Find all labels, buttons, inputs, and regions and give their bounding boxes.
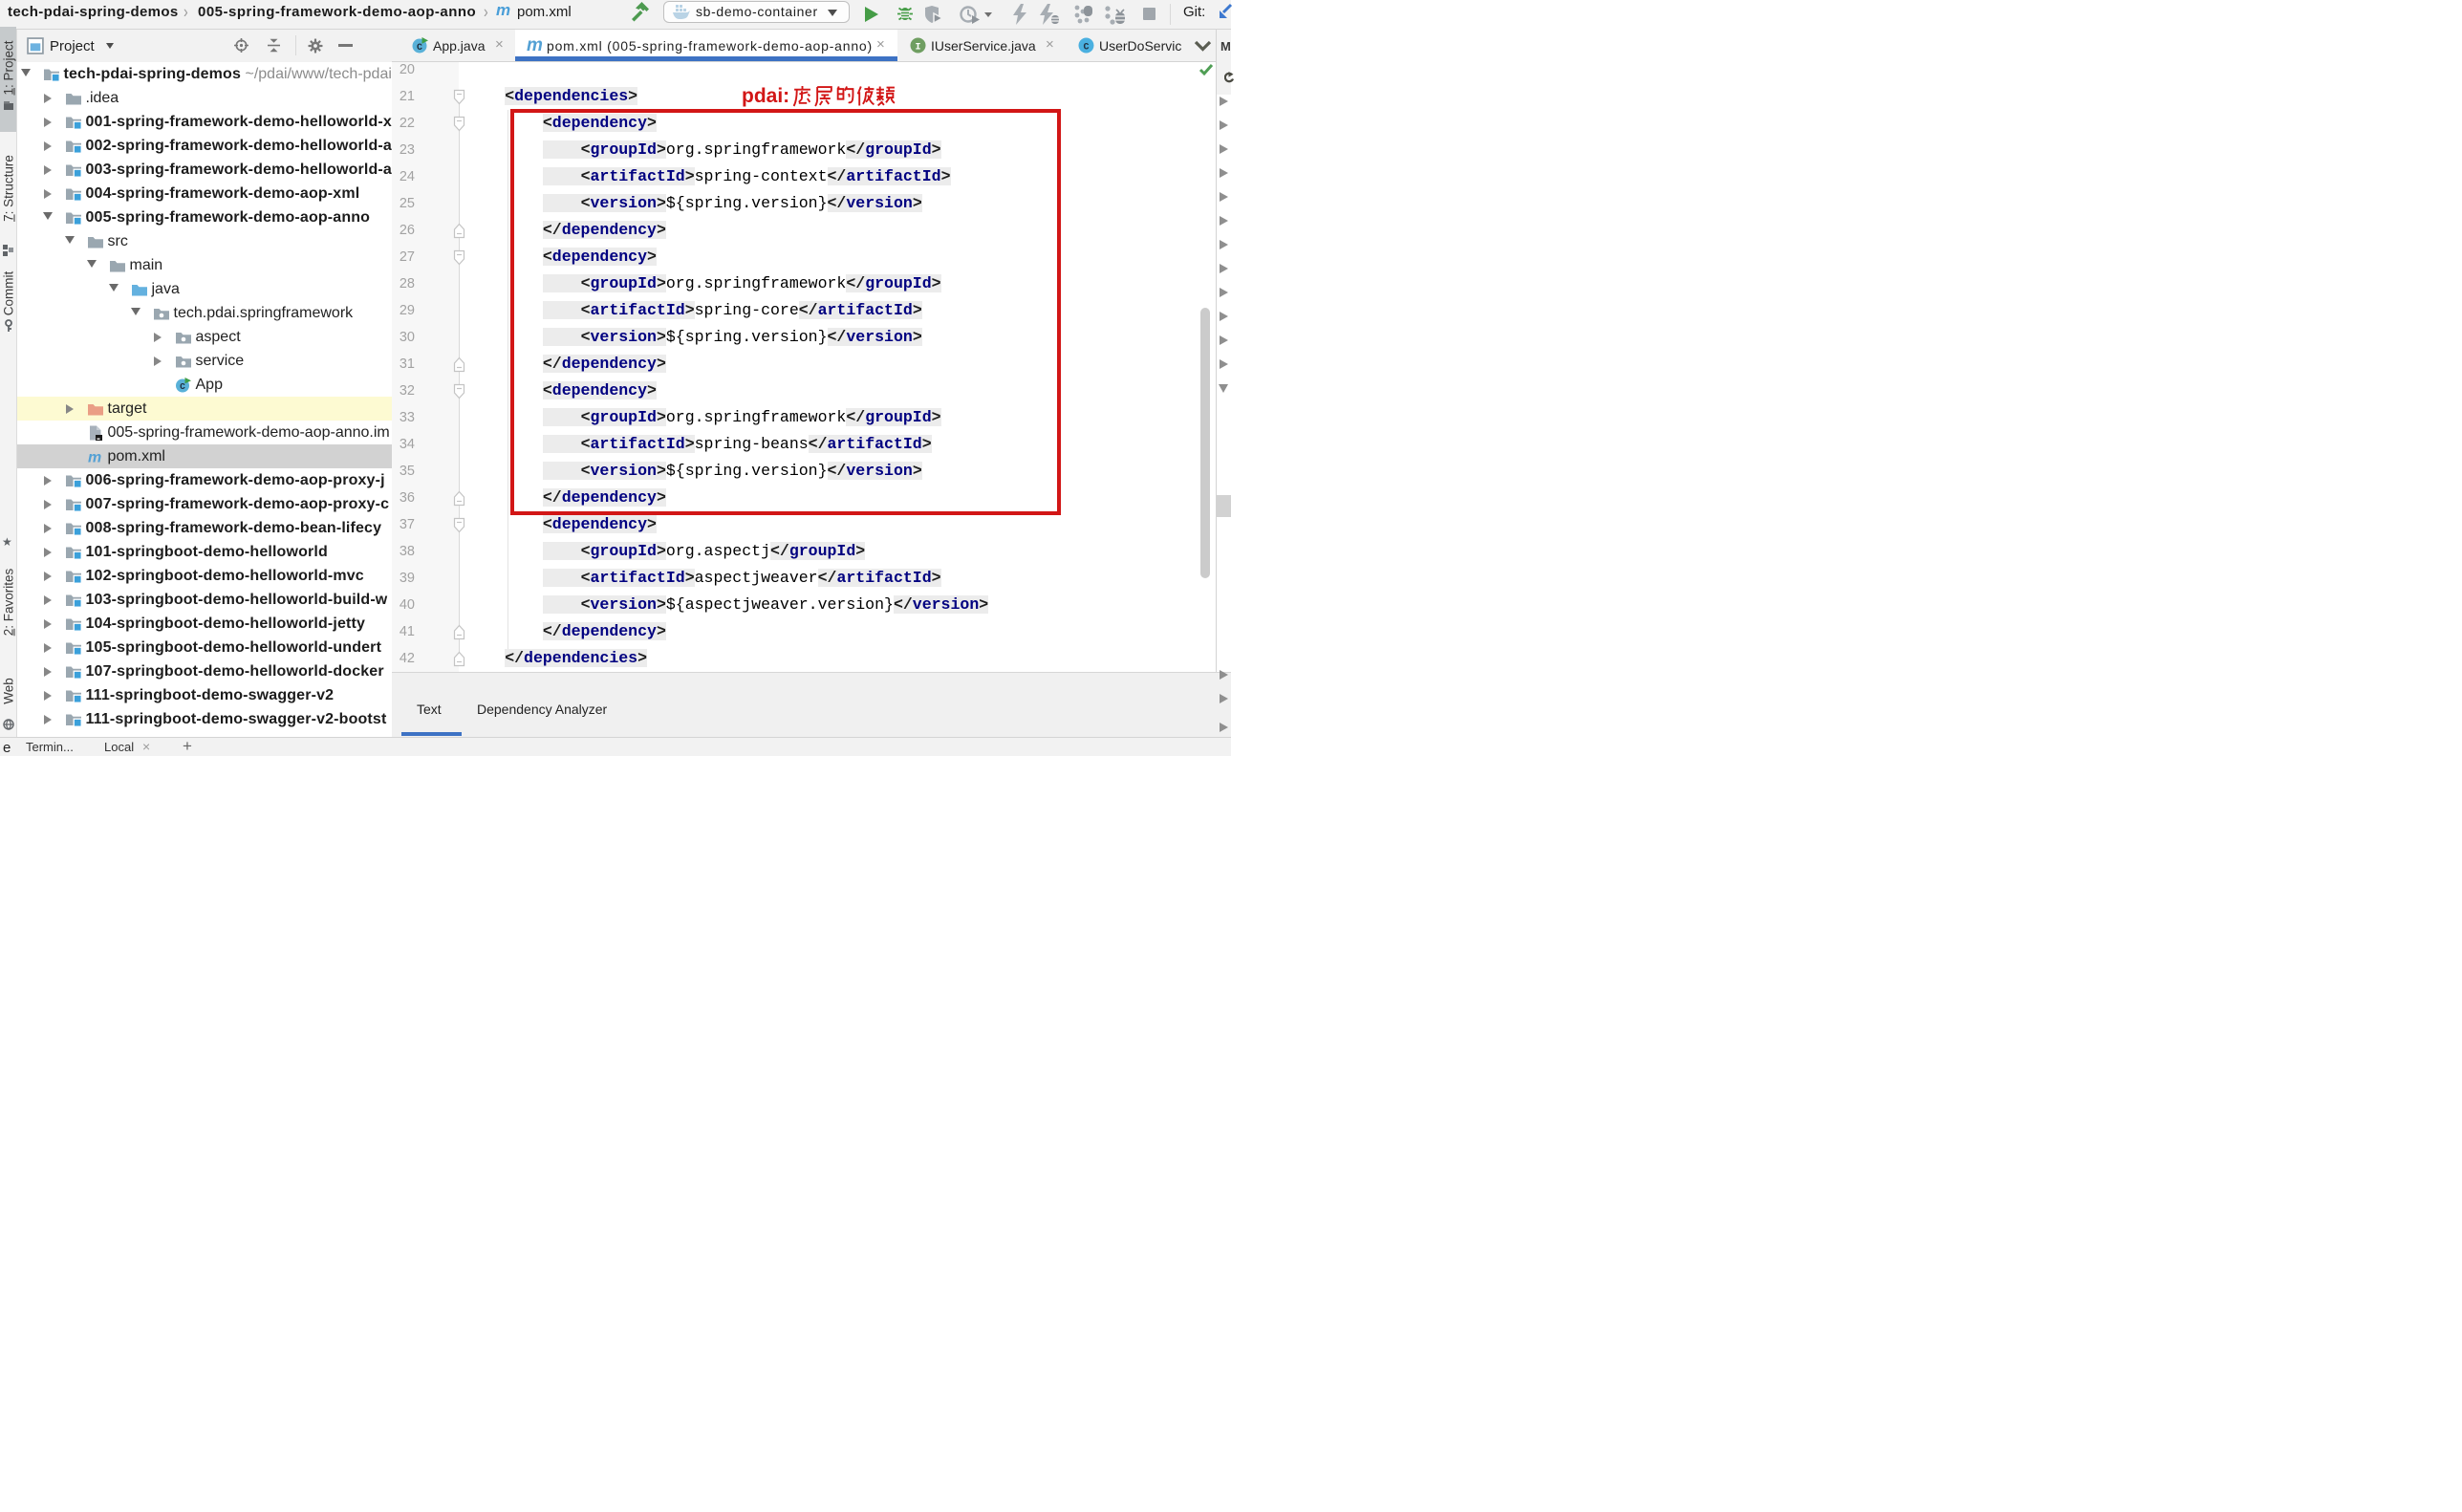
svg-text:I: I (915, 43, 920, 54)
svg-text:C: C (417, 43, 422, 54)
svg-text:m: m (88, 449, 101, 464)
svg-text:C: C (1083, 43, 1089, 54)
svg-text:C: C (180, 381, 185, 392)
svg-text:m: m (527, 35, 543, 54)
